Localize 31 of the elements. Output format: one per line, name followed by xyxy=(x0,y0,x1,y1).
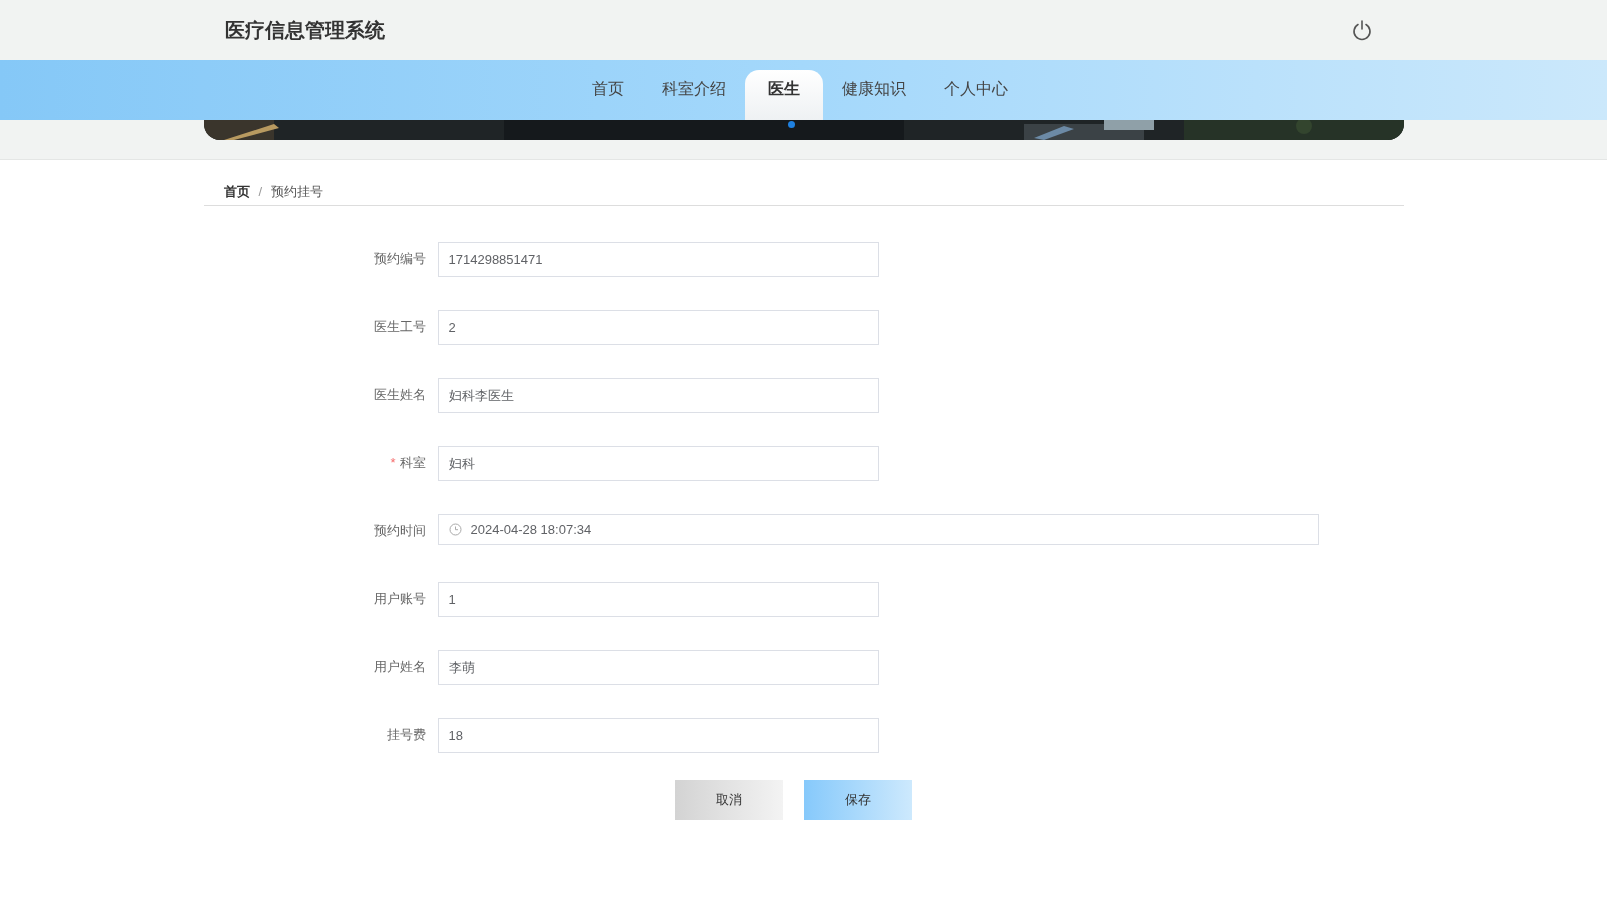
carousel-dot-icon[interactable] xyxy=(787,121,795,128)
nav-tab[interactable]: 健康知识 xyxy=(822,70,925,120)
input-field[interactable]: 妇科李医生 xyxy=(437,378,879,413)
field-label: 预约时间 xyxy=(373,523,426,538)
field-label: 用户账号 xyxy=(373,591,426,606)
field-label: 医生姓名 xyxy=(373,387,426,402)
site-title: 医疗信息管理系统 xyxy=(225,17,385,43)
breadcrumb-current: 预约挂号 xyxy=(271,182,324,201)
input-field[interactable]: 妇科 xyxy=(437,446,879,481)
breadcrumb-separator: / xyxy=(258,184,263,199)
required-mark: * xyxy=(390,455,396,470)
nav-tab[interactable]: 首页 xyxy=(572,70,643,120)
input-field[interactable]: 1714298851471 xyxy=(437,242,879,277)
input-field[interactable]: 2 xyxy=(437,310,879,345)
nav-tab[interactable]: 个人中心 xyxy=(924,70,1027,120)
power-icon[interactable] xyxy=(1351,19,1373,41)
save-button[interactable]: 保存 xyxy=(803,780,912,820)
input-field[interactable]: 李萌 xyxy=(437,650,879,685)
breadcrumb-link[interactable]: 首页 xyxy=(223,182,250,201)
field-label: 用户姓名 xyxy=(373,659,426,674)
field-label: 预约编号 xyxy=(373,251,426,266)
cancel-button[interactable]: 取消 xyxy=(674,780,783,820)
input-field[interactable]: 1 xyxy=(437,582,879,617)
nav-tab[interactable]: 医生 xyxy=(744,70,823,120)
input-field[interactable]: 18 xyxy=(437,718,879,753)
field-label: 医生工号 xyxy=(373,319,426,334)
field-label: 挂号费 xyxy=(386,727,426,742)
datetime-field[interactable]: 2024-04-28 18:07:34 xyxy=(437,514,1319,545)
nav-tab[interactable]: 科室介绍 xyxy=(642,70,745,120)
clock-icon xyxy=(448,523,462,536)
field-label: 科室 xyxy=(399,455,426,470)
